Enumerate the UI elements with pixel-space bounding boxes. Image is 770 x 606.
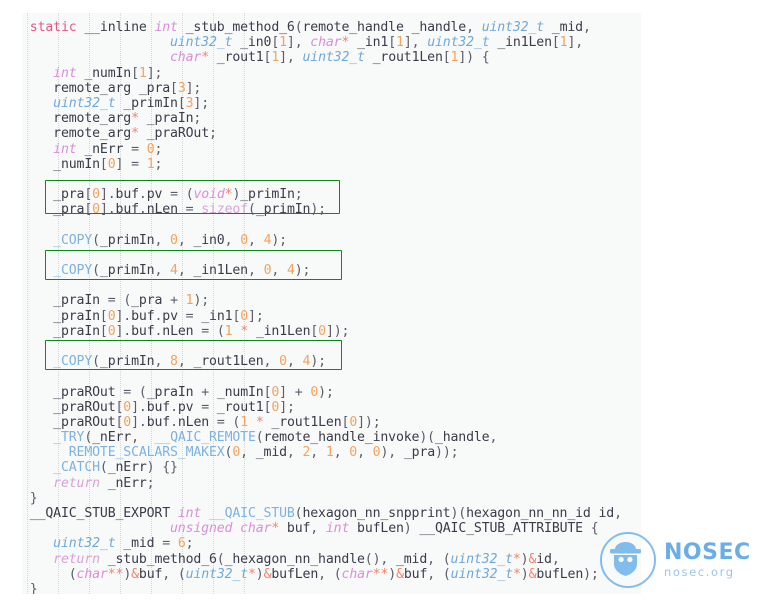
code-line: _praROut[0].buf.nLen = (1 * _rout1Len[0]… <box>53 414 381 430</box>
nosec-domain: nosec.org <box>664 564 735 579</box>
nosec-text-block: NOSEC nosec.org <box>664 539 751 579</box>
source-code[interactable]: static __inline int _stub_method_6(remot… <box>22 17 641 594</box>
code-line: uint32_t _mid = 6; <box>53 536 194 552</box>
code-line: _COPY(_primIn, 4, _in1Len, 0, 4); <box>53 263 311 278</box>
code-line: (char**)&buf, (uint32_t*)&bufLen, (char*… <box>68 566 599 582</box>
code-line: _CATCH(_nErr) {} <box>53 460 178 476</box>
code-line: int _nErr = 0; <box>53 141 163 157</box>
code-line: _pra[0].buf.pv = (void*)_primIn; <box>53 187 303 203</box>
code-line: _numIn[0] = 1; <box>53 156 163 172</box>
code-line: __QAIC_STUB_EXPORT int __QAIC_STUB(hexag… <box>29 506 622 521</box>
code-line: } <box>29 581 38 594</box>
code-line: static __inline int _stub_method_6(remot… <box>29 20 591 35</box>
code-line: char* _rout1[1], uint32_t _rout1Len[1]) … <box>170 50 490 66</box>
code-line: remote_arg* _praROut; <box>53 126 217 142</box>
code-line: } <box>29 490 38 506</box>
nosec-brand-name: NOSEC <box>664 539 751 565</box>
code-line: remote_arg _pra[3]; <box>53 80 202 96</box>
code-line: uint32_t _in0[1], char* _in1[1], uint32_… <box>170 35 584 51</box>
code-line: unsigned char* buf, int bufLen) __QAIC_S… <box>170 521 599 537</box>
code-line: _praIn = (_pra + 1); <box>53 293 210 309</box>
code-line: _praIn[0].buf.pv = _in1[0]; <box>53 308 264 324</box>
nosec-logo-icon <box>600 532 656 588</box>
screenshot-root: static __inline int _stub_method_6(remot… <box>0 0 770 606</box>
code-line: int _numIn[1]; <box>53 65 163 81</box>
code-line: _praROut = (_praIn + _numIn[0] + 0); <box>53 384 334 400</box>
code-viewer[interactable]: static __inline int _stub_method_6(remot… <box>22 13 641 594</box>
code-line: _TRY(_nErr, __QAIC_REMOTE(remote_handle_… <box>53 430 498 446</box>
code-line: _praIn[0].buf.nLen = (1 * _in1Len[0]); <box>53 323 350 339</box>
code-line: _praROut[0].buf.pv = _rout1[0]; <box>53 399 295 415</box>
code-line: _pra[0].buf.nLen = sizeof(_primIn); <box>53 202 326 218</box>
code-line: return _stub_method_6(_hexagon_nn_handle… <box>53 551 560 567</box>
nosec-watermark: NOSEC nosec.org <box>600 531 760 589</box>
code-line: _COPY(_primIn, 8, _rout1Len, 0, 4); <box>53 354 326 370</box>
code-line: return _nErr; <box>53 475 155 491</box>
code-line: REMOTE_SCALARS_MAKEX(0, _mid, 2, 1, 0, 0… <box>68 445 459 461</box>
code-line: uint32_t _primIn[3]; <box>53 95 210 111</box>
code-line: remote_arg* _praIn; <box>53 111 202 127</box>
code-line: _COPY(_primIn, 0, _in0, 0, 4); <box>53 232 287 248</box>
